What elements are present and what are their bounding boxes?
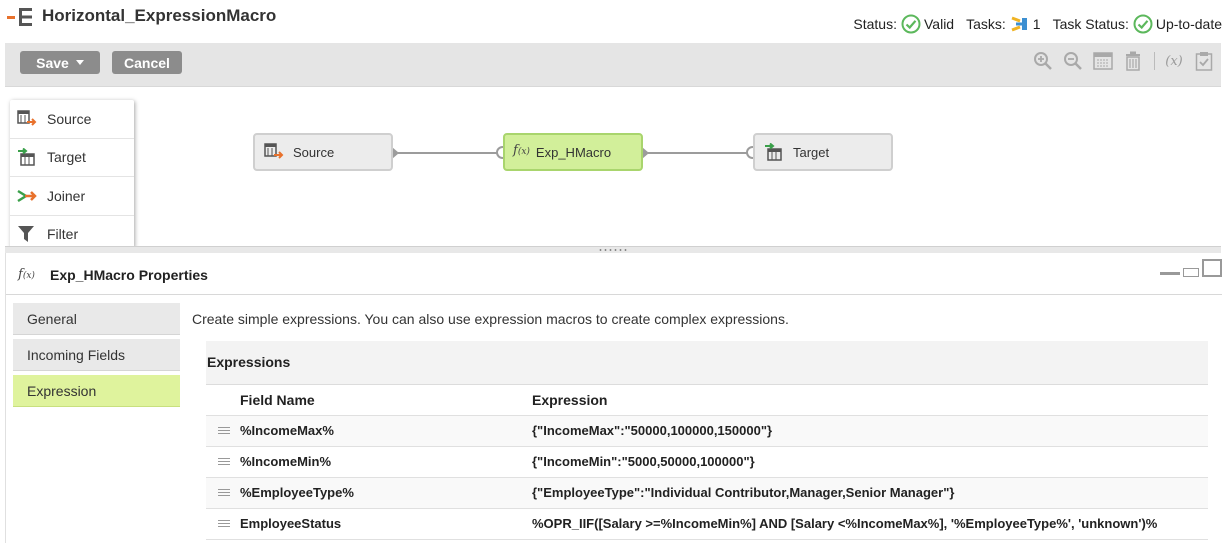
properties-panel: f(x) Exp_HMacro Properties General Incom…	[5, 253, 1222, 543]
page-header: Horizontal_ExpressionMacro Status: Valid…	[0, 0, 1226, 42]
toolbar-icons: (x)	[1024, 50, 1215, 72]
field-name-cell[interactable]: EmployeeStatus	[206, 508, 532, 540]
toolbar: Save Cancel (x)	[5, 43, 1221, 87]
grid-icon[interactable]	[1092, 50, 1114, 72]
node-label: Target	[793, 144, 830, 160]
task-status-label: Task Status:	[1052, 16, 1129, 32]
node-label: Source	[293, 144, 335, 160]
link-exp-target[interactable]	[648, 152, 748, 154]
delete-icon[interactable]	[1122, 50, 1144, 72]
expression-icon[interactable]: (x)	[1163, 50, 1185, 72]
panel-splitter[interactable]	[5, 246, 1221, 253]
table-row[interactable]: EmployeeStatus %OPR_IIF([Salary >=%Incom…	[206, 508, 1208, 540]
tab-general[interactable]: General	[13, 303, 180, 335]
minimize-icon[interactable]	[1160, 272, 1180, 275]
transformation-palette: Source Target Joiner Filter	[10, 100, 134, 248]
tab-incoming-fields[interactable]: Incoming Fields	[13, 339, 180, 371]
status-bar: Status: Valid Tasks: 1 Task Status: Up-t…	[853, 14, 1222, 34]
column-header-expression[interactable]: Expression	[532, 386, 1208, 416]
joiner-icon	[17, 189, 37, 202]
source-icon	[264, 143, 284, 159]
node-label: Exp_HMacro	[535, 144, 612, 160]
expressions-header	[206, 341, 1208, 385]
expression-cell[interactable]: %OPR_IIF([Salary >=%IncomeMin%] AND [Sal…	[532, 508, 1208, 540]
table-row[interactable]: %IncomeMax% {"IncomeMax":"50000,100000,1…	[206, 415, 1208, 447]
mapping-canvas[interactable]: Source Target Joiner Filter Source f(x) …	[5, 88, 1221, 248]
properties-tabs: General Incoming Fields Expression	[13, 303, 180, 411]
expressions-section: Expressions Field Name Expression %Incom…	[206, 341, 1208, 541]
window-controls	[1160, 259, 1222, 277]
expression-icon: f(x)	[18, 267, 35, 282]
expressions-title: Expressions	[207, 354, 291, 370]
node-target[interactable]: Target	[753, 133, 893, 171]
palette-item-label: Filter	[47, 226, 79, 243]
properties-title: Exp_HMacro Properties	[50, 267, 208, 283]
node-source[interactable]: Source	[253, 133, 393, 171]
valid-check-icon	[901, 14, 921, 34]
tab-expression[interactable]: Expression	[13, 375, 180, 407]
tasks-label: Tasks:	[966, 16, 1006, 32]
palette-item-source[interactable]: Source	[10, 100, 134, 139]
save-button[interactable]: Save	[20, 51, 100, 74]
palette-item-target[interactable]: Target	[10, 139, 134, 177]
field-name-cell[interactable]: %EmployeeType%	[206, 477, 532, 509]
mapping-icon	[7, 8, 32, 26]
filter-icon	[18, 226, 34, 243]
description-text: Create simple expressions. You can also …	[192, 311, 789, 327]
table-row[interactable]: %IncomeMin% {"IncomeMin":"5000,50000,100…	[206, 446, 1208, 478]
fx-label: (x)	[1165, 53, 1183, 69]
link-source-exp[interactable]	[398, 152, 498, 154]
target-icon	[765, 143, 782, 161]
up-to-date-check-icon	[1133, 14, 1153, 34]
drag-handle-icon[interactable]	[218, 458, 230, 468]
expression-cell[interactable]: {"EmployeeType":"Individual Contributor,…	[532, 477, 1208, 509]
zoom-in-icon[interactable]	[1032, 50, 1054, 72]
palette-item-label: Target	[47, 149, 86, 166]
cancel-button[interactable]: Cancel	[112, 51, 182, 74]
drag-handle-icon[interactable]	[218, 520, 230, 530]
status-value: Valid	[924, 16, 955, 32]
output-port[interactable]	[642, 147, 649, 159]
palette-item-label: Source	[47, 110, 92, 127]
expression-cell[interactable]: {"IncomeMax":"50000,100000,150000"}	[532, 415, 1208, 447]
target-icon	[18, 148, 35, 166]
toolbar-separator	[1154, 52, 1155, 70]
validate-icon[interactable]	[1193, 50, 1215, 72]
expression-cell[interactable]: {"IncomeMin":"5000,50000,100000"}	[532, 446, 1208, 478]
task-status-value: Up-to-date	[1155, 16, 1222, 32]
node-expression[interactable]: f(x) Exp_HMacro	[503, 133, 643, 171]
drag-handle-icon[interactable]	[218, 489, 230, 499]
column-header-field-name[interactable]: Field Name	[206, 386, 532, 416]
field-name-cell[interactable]: %IncomeMax%	[206, 415, 532, 447]
palette-item-label: Joiner	[47, 187, 86, 204]
palette-item-filter[interactable]: Filter	[10, 216, 134, 249]
expression-icon: f(x)	[513, 143, 530, 158]
table-header-row: Field Name Expression	[206, 386, 1208, 416]
output-port[interactable]	[392, 147, 399, 159]
page-title: Horizontal_ExpressionMacro	[42, 6, 277, 25]
drag-handle-icon[interactable]	[218, 427, 230, 437]
chevron-down-icon	[75, 60, 84, 65]
save-button-label: Save	[36, 54, 69, 71]
maximize-icon[interactable]	[1202, 259, 1222, 277]
table-row[interactable]: %EmployeeType% {"EmployeeType":"Individu…	[206, 477, 1208, 509]
source-icon	[17, 110, 37, 126]
properties-header: f(x) Exp_HMacro Properties	[6, 253, 1222, 295]
tasks-value: 1	[1032, 16, 1041, 32]
field-name-cell[interactable]: %IncomeMin%	[206, 446, 532, 478]
restore-icon[interactable]	[1183, 268, 1199, 277]
palette-item-joiner[interactable]: Joiner	[10, 177, 134, 216]
tasks-icon[interactable]	[1010, 15, 1030, 33]
splitter-grip[interactable]	[598, 248, 628, 252]
expression-content: Create simple expressions. You can also …	[192, 311, 1222, 540]
status-label: Status:	[853, 16, 897, 32]
zoom-out-icon[interactable]	[1062, 50, 1084, 72]
expressions-table: Field Name Expression %IncomeMax% {"Inco…	[206, 386, 1208, 540]
